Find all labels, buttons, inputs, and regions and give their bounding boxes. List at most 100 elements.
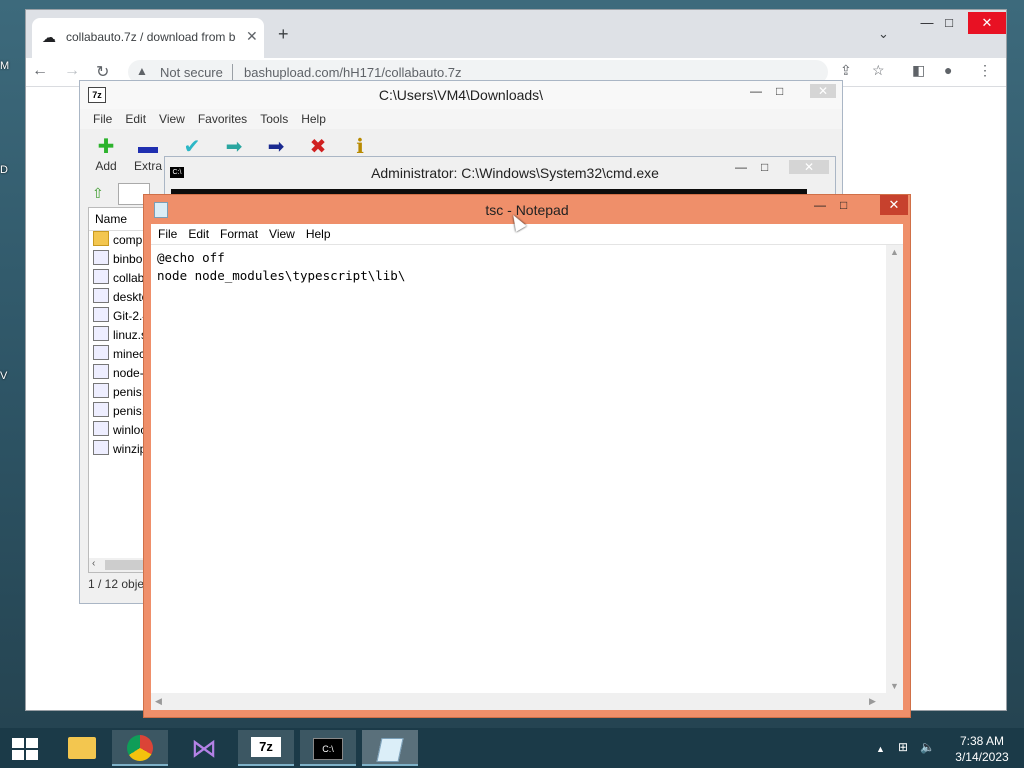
menu-file[interactable]: File — [158, 224, 177, 244]
show-hidden-icons-icon[interactable]: ▲ — [876, 744, 885, 754]
menu-favorites[interactable]: Favorites — [198, 109, 247, 129]
window-title: Administrator: C:\Windows\System32\cmd.e… — [371, 165, 659, 181]
column-header-name[interactable]: Name — [89, 208, 151, 231]
menu-tools[interactable]: Tools — [260, 109, 288, 129]
file-name: comp — [113, 233, 143, 247]
file-name: linuz.s — [113, 328, 148, 342]
editor-content[interactable]: @echo off node node_modules\typescript\li… — [157, 249, 405, 285]
file-name: node- — [113, 366, 144, 380]
folder-icon — [68, 737, 96, 759]
more-menu-icon[interactable]: ⋮ — [978, 62, 992, 79]
browser-tab[interactable]: ☁ collabauto.7z / download from bashuplo… — [32, 18, 264, 58]
file-name: penis. — [113, 385, 146, 399]
desktop-icon-label[interactable]: D — [0, 164, 8, 176]
script-icon — [93, 364, 109, 379]
system-clock[interactable]: 7:38 AM 3/14/2023 — [948, 733, 1016, 765]
list-item[interactable]: node- — [89, 364, 151, 383]
maximize-button[interactable]: □ — [776, 84, 783, 98]
new-tab-button[interactable]: + — [278, 24, 289, 45]
scroll-left-icon[interactable]: ◀ — [155, 696, 162, 707]
title-bar[interactable]: tsc - Notepad — □ ✕ — [144, 195, 910, 223]
horizontal-scrollbar[interactable]: ‹ — [89, 558, 151, 572]
list-item[interactable]: minec — [89, 345, 151, 364]
taskbar-7zip[interactable]: 7z — [238, 730, 294, 766]
minimize-button[interactable]: — — [814, 198, 826, 212]
list-item[interactable]: winzip — [89, 440, 151, 459]
network-icon[interactable]: ⊞ — [898, 740, 908, 754]
volume-icon[interactable]: 🔈 — [920, 740, 935, 754]
visual-studio-icon: ⋈ — [191, 733, 217, 763]
menu-file[interactable]: File — [93, 109, 112, 129]
list-item[interactable]: penis. — [89, 402, 151, 421]
close-button[interactable]: ✕ — [880, 195, 908, 215]
exe-icon — [93, 421, 109, 436]
list-item[interactable]: penis. — [89, 383, 151, 402]
list-item[interactable]: linuz.s — [89, 326, 151, 345]
menu-format[interactable]: Format — [220, 224, 258, 244]
taskbar-visual-studio[interactable]: ⋈ — [176, 730, 232, 766]
list-item[interactable]: Git-2.4 — [89, 307, 151, 326]
clock-date: 3/14/2023 — [955, 750, 1009, 764]
back-icon[interactable]: ← — [32, 62, 48, 80]
tab-search-chevron-icon[interactable]: ⌄ — [878, 26, 889, 42]
taskbar-chrome[interactable] — [112, 730, 168, 766]
url-text[interactable]: bashupload.com/hH171/collabauto.7z — [244, 65, 462, 80]
side-panel-icon[interactable]: ◧ — [912, 62, 925, 79]
taskbar-cmd[interactable]: C:\ — [300, 730, 356, 766]
security-label[interactable]: Not secure — [160, 65, 223, 80]
close-button[interactable]: ✕ — [789, 160, 829, 174]
cmd-window[interactable]: C:\ Administrator: C:\Windows\System32\c… — [164, 156, 836, 198]
text-editor[interactable]: @echo off node node_modules\typescript\li… — [151, 245, 903, 710]
menu-view[interactable]: View — [159, 109, 185, 129]
archive-icon — [93, 345, 109, 360]
horizontal-scrollbar[interactable]: ◀ ▶ — [151, 693, 903, 710]
menu-edit[interactable]: Edit — [125, 109, 146, 129]
list-item[interactable]: binbo — [89, 250, 151, 269]
window-title: tsc - Notepad — [485, 202, 569, 218]
reload-icon[interactable]: ↻ — [96, 62, 109, 82]
taskbar-file-explorer[interactable] — [54, 730, 110, 766]
scroll-down-icon[interactable]: ▼ — [890, 681, 899, 691]
maximize-button[interactable]: □ — [761, 160, 768, 174]
maximize-button[interactable]: □ — [840, 198, 847, 212]
scroll-left-icon[interactable]: ‹ — [92, 558, 95, 569]
start-button[interactable] — [12, 738, 38, 760]
warning-icon[interactable]: ▲ — [136, 64, 148, 78]
list-item[interactable]: collab — [89, 269, 151, 288]
menu-help[interactable]: Help — [306, 224, 331, 244]
desktop-icon-label[interactable]: M — [0, 60, 9, 72]
minimize-button[interactable]: — — [750, 84, 762, 98]
extract-button[interactable]: ▬ Extra — [128, 135, 168, 173]
cloud-upload-icon: ☁ — [42, 29, 56, 45]
scroll-right-icon[interactable]: ▶ — [869, 696, 876, 707]
vertical-scrollbar[interactable]: ▲ ▼ — [886, 245, 903, 693]
file-name: binbo — [113, 252, 143, 266]
list-item[interactable]: deskto — [89, 288, 151, 307]
forward-icon[interactable]: → — [64, 62, 80, 80]
list-item[interactable]: winloc — [89, 421, 151, 440]
close-tab-icon[interactable]: ✕ — [246, 28, 258, 45]
title-bar[interactable]: 7z C:\Users\VM4\Downloads\ — □ ✕ — [80, 81, 842, 109]
menu-edit[interactable]: Edit — [188, 224, 209, 244]
up-folder-icon[interactable]: ⇧ — [92, 185, 104, 202]
clock-time: 7:38 AM — [959, 734, 1005, 748]
file-icon — [93, 326, 109, 341]
close-button[interactable]: ✕ — [968, 12, 1006, 34]
file-name: penis. — [113, 404, 146, 418]
taskbar-notepad[interactable] — [362, 730, 418, 766]
menu-help[interactable]: Help — [301, 109, 326, 129]
windows-logo-icon — [12, 750, 24, 760]
address-row: ⇧ — [88, 183, 150, 205]
menu-view[interactable]: View — [269, 224, 295, 244]
add-button[interactable]: ✚ Add — [86, 135, 126, 173]
share-icon[interactable]: ⇪ — [840, 62, 852, 79]
minimize-button[interactable]: — — [735, 160, 747, 174]
scroll-up-icon[interactable]: ▲ — [890, 247, 899, 257]
star-icon[interactable]: ☆ — [872, 62, 885, 79]
profile-icon[interactable]: ● — [944, 62, 952, 78]
exe-icon — [93, 307, 109, 322]
maximize-button[interactable]: □ — [932, 12, 966, 34]
close-button[interactable]: ✕ — [810, 84, 836, 98]
list-item[interactable]: comp — [89, 231, 151, 250]
desktop-icon-label[interactable]: V — [0, 370, 7, 382]
